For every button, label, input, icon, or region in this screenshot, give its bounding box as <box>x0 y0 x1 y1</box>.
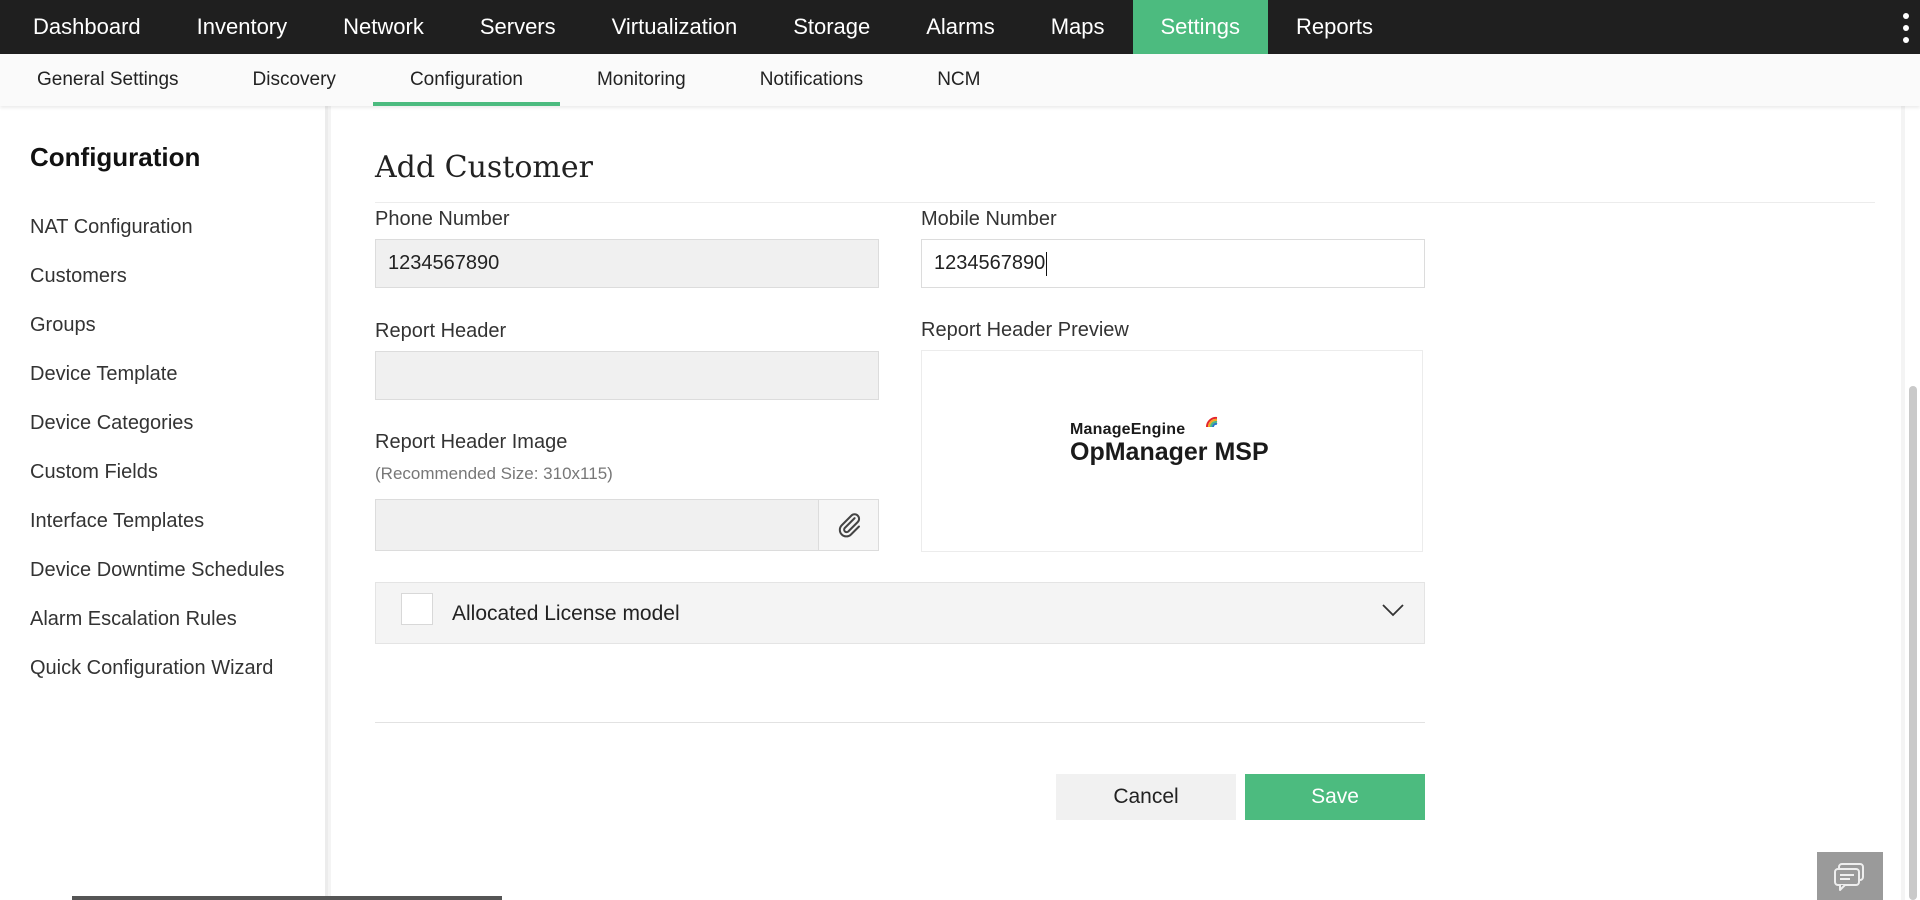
phone-number-field[interactable]: 1234567890 <box>375 239 879 288</box>
sidebar-item-alarm-escalation-rules[interactable]: Alarm Escalation Rules <box>30 608 285 657</box>
nav-servers[interactable]: Servers <box>452 0 584 54</box>
cancel-button[interactable]: Cancel <box>1056 774 1236 820</box>
text-cursor <box>1046 251 1048 276</box>
phone-number-value: 1234567890 <box>388 252 500 274</box>
mobile-number-label: Mobile Number <box>921 208 1057 230</box>
settings-subnav: General Settings Discovery Configuration… <box>0 54 1920 106</box>
sidebar-item-device-template[interactable]: Device Template <box>30 363 285 412</box>
opmanager-msp-logo: ManageEngine OpManager MSP <box>1070 416 1269 467</box>
scrollbar-thumb[interactable] <box>1909 386 1917 900</box>
main-content: Add Customer Phone Number 1234567890 Mob… <box>331 106 1901 900</box>
sidebar-item-quick-configuration-wizard[interactable]: Quick Configuration Wizard <box>30 657 285 706</box>
report-header-image-label: Report Header Image <box>375 431 568 453</box>
subnav-ncm[interactable]: NCM <box>900 54 1017 106</box>
mobile-number-field[interactable]: 1234567890 <box>921 239 1425 288</box>
nav-maps[interactable]: Maps <box>1023 0 1133 54</box>
nav-storage[interactable]: Storage <box>765 0 898 54</box>
sidebar-menu: NAT Configuration Customers Groups Devic… <box>30 216 285 706</box>
subnav-monitoring[interactable]: Monitoring <box>560 54 723 106</box>
sidebar-item-nat-configuration[interactable]: NAT Configuration <box>30 216 285 265</box>
chevron-down-icon[interactable] <box>1382 603 1404 617</box>
chat-support-button[interactable] <box>1817 852 1883 900</box>
bottom-taskbar-strip <box>72 896 502 900</box>
report-header-field[interactable] <box>375 351 879 400</box>
top-navigation: Dashboard Inventory Network Servers Virt… <box>0 0 1920 54</box>
report-header-label: Report Header <box>375 320 507 342</box>
nav-virtualization[interactable]: Virtualization <box>584 0 766 54</box>
sidebar-item-device-categories[interactable]: Device Categories <box>30 412 285 461</box>
kebab-vertical-icon[interactable] <box>1898 13 1914 43</box>
subnav-configuration[interactable]: Configuration <box>372 54 560 106</box>
sidebar-item-interface-templates[interactable]: Interface Templates <box>30 510 285 559</box>
report-header-preview: ManageEngine OpManager MSP <box>921 350 1423 552</box>
sidebar-item-device-downtime-schedules[interactable]: Device Downtime Schedules <box>30 559 285 608</box>
subnav-general-settings[interactable]: General Settings <box>0 54 216 106</box>
allocated-license-checkbox[interactable] <box>401 593 433 625</box>
nav-reports[interactable]: Reports <box>1268 0 1401 54</box>
chat-icon <box>1834 863 1864 891</box>
page-title: Add Customer <box>375 150 593 185</box>
attach-file-button[interactable] <box>818 500 878 550</box>
save-button[interactable]: Save <box>1245 774 1425 820</box>
sidebar-title: Configuration <box>30 142 201 172</box>
subnav-discovery[interactable]: Discovery <box>216 54 373 106</box>
allocated-license-label: Allocated License model <box>452 602 680 625</box>
nav-network[interactable]: Network <box>315 0 452 54</box>
config-sidebar: Configuration NAT Configuration Customer… <box>0 106 328 900</box>
phone-number-label: Phone Number <box>375 208 510 230</box>
form-divider <box>375 722 1425 723</box>
subnav-notifications[interactable]: Notifications <box>723 54 901 106</box>
nav-alarms[interactable]: Alarms <box>898 0 1022 54</box>
nav-dashboard[interactable]: Dashboard <box>0 0 169 54</box>
recommended-size-hint: (Recommended Size: 310x115) <box>375 464 613 483</box>
allocated-license-accordion[interactable]: Allocated License model <box>375 582 1425 644</box>
nav-settings[interactable]: Settings <box>1132 0 1268 54</box>
page-scrollbar[interactable] <box>1905 106 1920 900</box>
paperclip-icon <box>838 513 860 538</box>
title-divider <box>375 202 1875 203</box>
report-header-preview-label: Report Header Preview <box>921 319 1129 341</box>
sidebar-item-custom-fields[interactable]: Custom Fields <box>30 461 285 510</box>
nav-inventory[interactable]: Inventory <box>169 0 316 54</box>
sidebar-item-customers[interactable]: Customers <box>30 265 285 314</box>
report-header-image-input[interactable] <box>375 499 879 551</box>
logo-arc-icon <box>1205 416 1218 428</box>
mobile-number-value: 1234567890 <box>934 252 1046 274</box>
sidebar-item-groups[interactable]: Groups <box>30 314 285 363</box>
